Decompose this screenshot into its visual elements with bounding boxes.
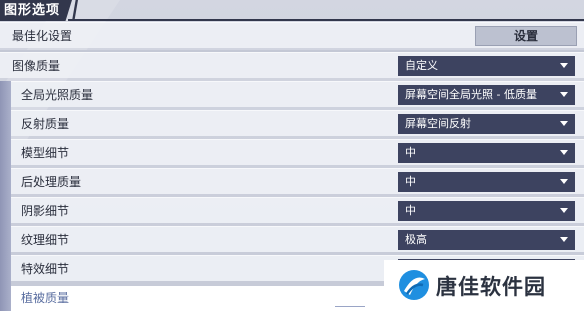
setting-row-global-illumination: 全局光照质量 屏幕空间全局光照 - 低质量: [11, 81, 584, 107]
setting-value: 极高: [405, 233, 427, 246]
sub-settings-indent-bar: [0, 81, 11, 311]
chevron-down-icon: [560, 237, 568, 242]
setting-value: 中: [405, 204, 416, 217]
setting-label: 特效细节: [21, 262, 70, 276]
shadow-detail-dropdown[interactable]: 中: [398, 201, 575, 221]
setting-value: 中: [405, 175, 416, 188]
setting-row-texture-detail: 纹理细节 极高: [11, 226, 584, 252]
page-title: 图形选项: [0, 0, 72, 21]
image-quality-label: 图像质量: [12, 59, 61, 73]
setting-label: 反射质量: [21, 117, 70, 131]
watermark: 唐佳软件园: [384, 260, 584, 311]
texture-detail-dropdown[interactable]: 极高: [398, 230, 575, 250]
chevron-down-icon: [560, 150, 568, 155]
setting-value: 屏幕空间反射: [405, 117, 471, 130]
title-underline: [68, 19, 584, 21]
image-quality-value: 自定义: [405, 59, 438, 72]
optimize-row: 最佳化设置 设置: [0, 22, 584, 48]
optimize-label: 最佳化设置: [12, 29, 73, 43]
setting-label: 后处理质量: [21, 175, 82, 189]
watermark-text: 唐佳软件园: [436, 275, 546, 299]
setting-row-model-detail: 模型细节 中: [11, 139, 584, 165]
setting-label: 纹理细节: [21, 233, 70, 247]
setting-row-vegetation[interactable]: 植被质量: [11, 286, 384, 311]
setting-value: 中: [405, 146, 416, 159]
setting-row-shadow-detail: 阴影细节 中: [11, 197, 584, 223]
chevron-down-icon: [560, 92, 568, 97]
site-logo-icon: [399, 270, 429, 300]
chevron-down-icon: [560, 208, 568, 213]
global-illumination-dropdown[interactable]: 屏幕空间全局光照 - 低质量: [398, 85, 575, 105]
graphics-options-panel: 图形选项 最佳化设置 设置 图像质量 自定义 全局光照质量 屏幕空间全局光照 -…: [0, 0, 584, 311]
setting-row-reflection: 反射质量 屏幕空间反射: [11, 110, 584, 136]
setting-label: 植被质量: [21, 291, 70, 305]
chevron-down-icon: [560, 121, 568, 126]
setting-label: 阴影细节: [21, 204, 70, 218]
chevron-down-icon: [560, 179, 568, 184]
setting-label: 全局光照质量: [21, 88, 94, 102]
image-quality-row: 图像质量 自定义: [0, 52, 584, 78]
image-quality-dropdown[interactable]: 自定义: [398, 56, 575, 76]
model-detail-dropdown[interactable]: 中: [398, 143, 575, 163]
setting-value: 屏幕空间全局光照 - 低质量: [405, 88, 537, 101]
setting-row-post-processing: 后处理质量 中: [11, 168, 584, 194]
settings-button[interactable]: 设置: [475, 26, 577, 46]
divider: [335, 306, 365, 307]
chevron-down-icon: [560, 63, 568, 68]
post-processing-dropdown[interactable]: 中: [398, 172, 575, 192]
title-slash-decoration: [72, 0, 78, 21]
reflection-dropdown[interactable]: 屏幕空间反射: [398, 114, 575, 134]
setting-label: 模型细节: [21, 146, 70, 160]
